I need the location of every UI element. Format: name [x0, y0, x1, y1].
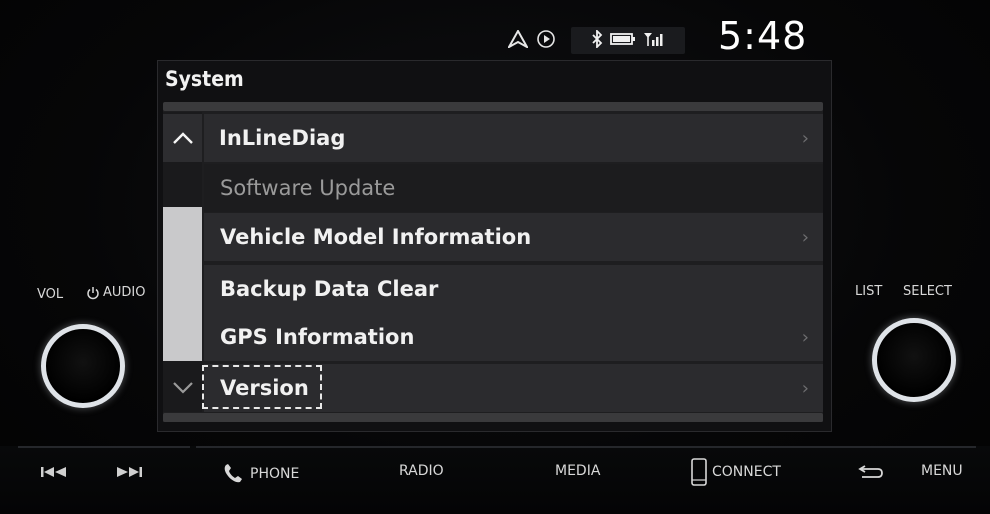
list-top-edge: [163, 102, 823, 111]
signal-icon: [643, 31, 665, 51]
audio-label: AUDIO: [103, 285, 146, 300]
next-track-button[interactable]: [115, 466, 143, 478]
skip-back-icon: [41, 467, 66, 477]
volume-knob[interactable]: [41, 324, 125, 408]
chevron-up-icon: [172, 132, 193, 144]
radio-button[interactable]: RADIO: [399, 463, 444, 479]
navigation-icon: [506, 28, 530, 52]
select-knob[interactable]: [872, 318, 956, 402]
phone-label: PHONE: [250, 466, 300, 482]
list-item-backup-data-clear[interactable]: Backup Data Clear: [204, 265, 823, 313]
chevron-right-icon: ›: [801, 127, 809, 149]
list-item-inlinediag[interactable]: InLineDiag ›: [204, 114, 823, 162]
connect-button[interactable]: CONNECT: [690, 458, 781, 486]
divider: [196, 446, 976, 448]
list-item-label: InLineDiag: [219, 126, 346, 150]
power-icon: [87, 286, 99, 299]
media-label: MEDIA: [555, 463, 601, 479]
chevron-right-icon: ›: [801, 377, 809, 399]
list-bottom-edge: [163, 413, 823, 422]
list-item-label: Software Update: [220, 176, 396, 200]
page-title: System: [165, 67, 244, 91]
phone-button[interactable]: PHONE: [222, 463, 299, 485]
phone-icon: [224, 464, 242, 483]
menu-button[interactable]: MENU: [921, 463, 963, 479]
audio-power-label: AUDIO: [86, 285, 146, 300]
battery-icon: [610, 32, 636, 50]
focus-highlight: [202, 365, 322, 409]
media-button[interactable]: MEDIA: [555, 463, 600, 479]
connect-label: CONNECT: [712, 464, 781, 480]
smartphone-icon: [691, 458, 707, 486]
back-button[interactable]: [858, 463, 884, 481]
list-item-label: GPS Information: [220, 325, 415, 349]
list-item-vehicle-model-information[interactable]: Vehicle Model Information ›: [204, 213, 823, 261]
list-label: LIST: [855, 284, 883, 299]
clock: 5:48: [718, 14, 808, 58]
chevron-down-icon: [172, 382, 193, 394]
scroll-up-button[interactable]: [163, 114, 202, 162]
status-icons: [506, 27, 556, 55]
chevron-right-icon: ›: [801, 326, 809, 348]
radio-label: RADIO: [399, 463, 444, 479]
back-arrow-icon: [858, 465, 883, 478]
connectivity-status: [571, 27, 685, 54]
chevron-right-icon: ›: [801, 226, 809, 248]
bluetooth-icon: [591, 28, 603, 52]
scroll-down-button[interactable]: [163, 364, 202, 412]
scrollbar-thumb[interactable]: [163, 207, 202, 361]
previous-track-button[interactable]: [40, 466, 68, 478]
skip-forward-icon: [117, 467, 142, 477]
vol-label: VOL: [37, 287, 64, 302]
divider: [18, 446, 190, 448]
list-item-gps-information[interactable]: GPS Information ›: [204, 313, 823, 361]
hardware-button-bar: [0, 446, 990, 514]
list-item-label: Backup Data Clear: [220, 277, 439, 301]
list-item-label: Vehicle Model Information: [220, 225, 532, 249]
play-icon: [536, 29, 556, 53]
select-label: SELECT: [903, 284, 952, 299]
menu-label: MENU: [921, 463, 963, 479]
list-item-software-update: Software Update: [204, 164, 823, 212]
